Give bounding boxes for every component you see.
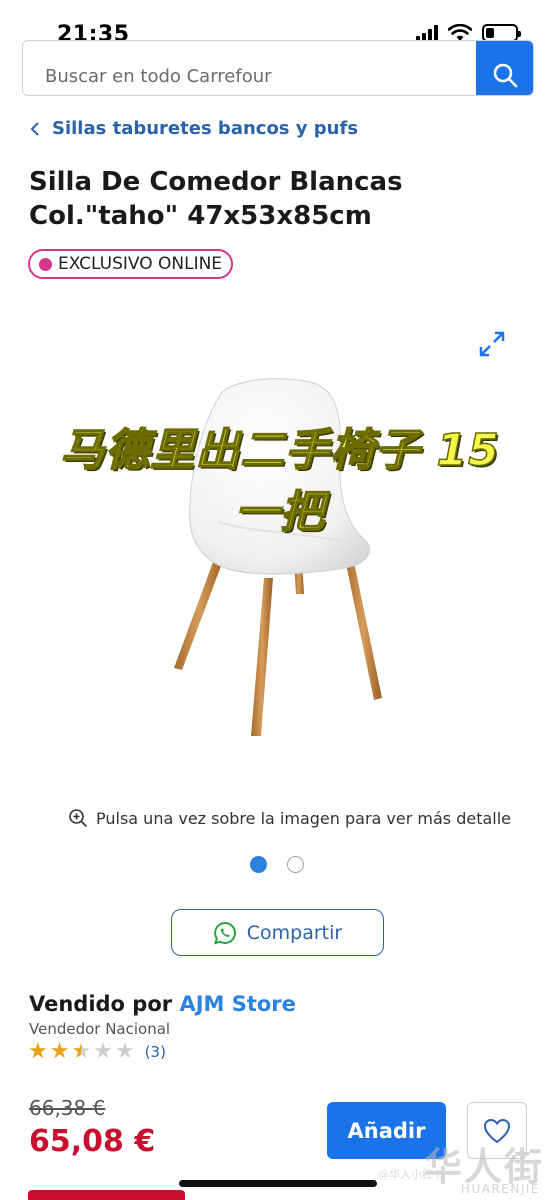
badge-label: EXCLUSIVO ONLINE [58,254,223,274]
exclusive-badge: EXCLUSIVO ONLINE [28,249,234,279]
badge-dot [39,257,52,271]
image-hint: Pulsa una vez sobre la imagen para ver m… [68,808,511,828]
product-title: Silla De Comedor Blancas Col."taho" 47x5… [29,167,403,231]
seller-prefix: Vendido por [29,992,173,1016]
promo-strip [28,1190,185,1200]
chevron-left-icon [30,121,39,136]
whatsapp-icon [213,921,236,944]
expand-icon[interactable] [478,330,506,358]
current-price: 65,08 € [29,1124,156,1159]
star-empty-icon: ★ [114,1039,135,1064]
seller-type: Vendedor Nacional [29,1020,171,1038]
rating-count[interactable]: (3) [145,1043,166,1061]
star-icon: ★ [49,1039,70,1064]
home-indicator [179,1180,377,1187]
share-label: Compartir [246,921,343,944]
watermark-sub: HUARENJIE [460,1182,540,1196]
seller-line: Vendido por AJM Store [29,992,296,1016]
breadcrumb[interactable]: Sillas taburetes bancos y pufs [30,118,358,139]
star-empty-icon: ★ [93,1039,113,1064]
search-bar [22,40,534,96]
search-button[interactable] [476,41,533,95]
image-hint-text: Pulsa una vez sobre la imagen para ver m… [96,808,512,828]
carousel-dot-2[interactable] [287,856,304,873]
star-half-icon: ★ [71,1039,92,1064]
old-price: 66,38 € [29,1096,106,1120]
seller-rating[interactable]: ★ ★ ★ ★ ★ (3) [28,1041,166,1063]
breadcrumb-label: Sillas taburetes bancos y pufs [52,118,359,139]
star-icon: ★ [28,1039,48,1064]
search-input[interactable] [23,41,479,95]
overlay-caption: 马德里出二手椅子 15一把 [59,424,500,539]
carousel-dots [250,856,304,873]
signal-icon [416,24,438,42]
carousel-dot-1[interactable] [250,856,267,873]
search-icon [493,63,517,88]
share-button[interactable]: Compartir [171,909,384,956]
zoom-in-icon [69,809,88,828]
watermark: @华人小红书 华人街 HUARENJIE [378,1132,554,1200]
seller-name-link[interactable]: AJM Store [179,992,295,1016]
